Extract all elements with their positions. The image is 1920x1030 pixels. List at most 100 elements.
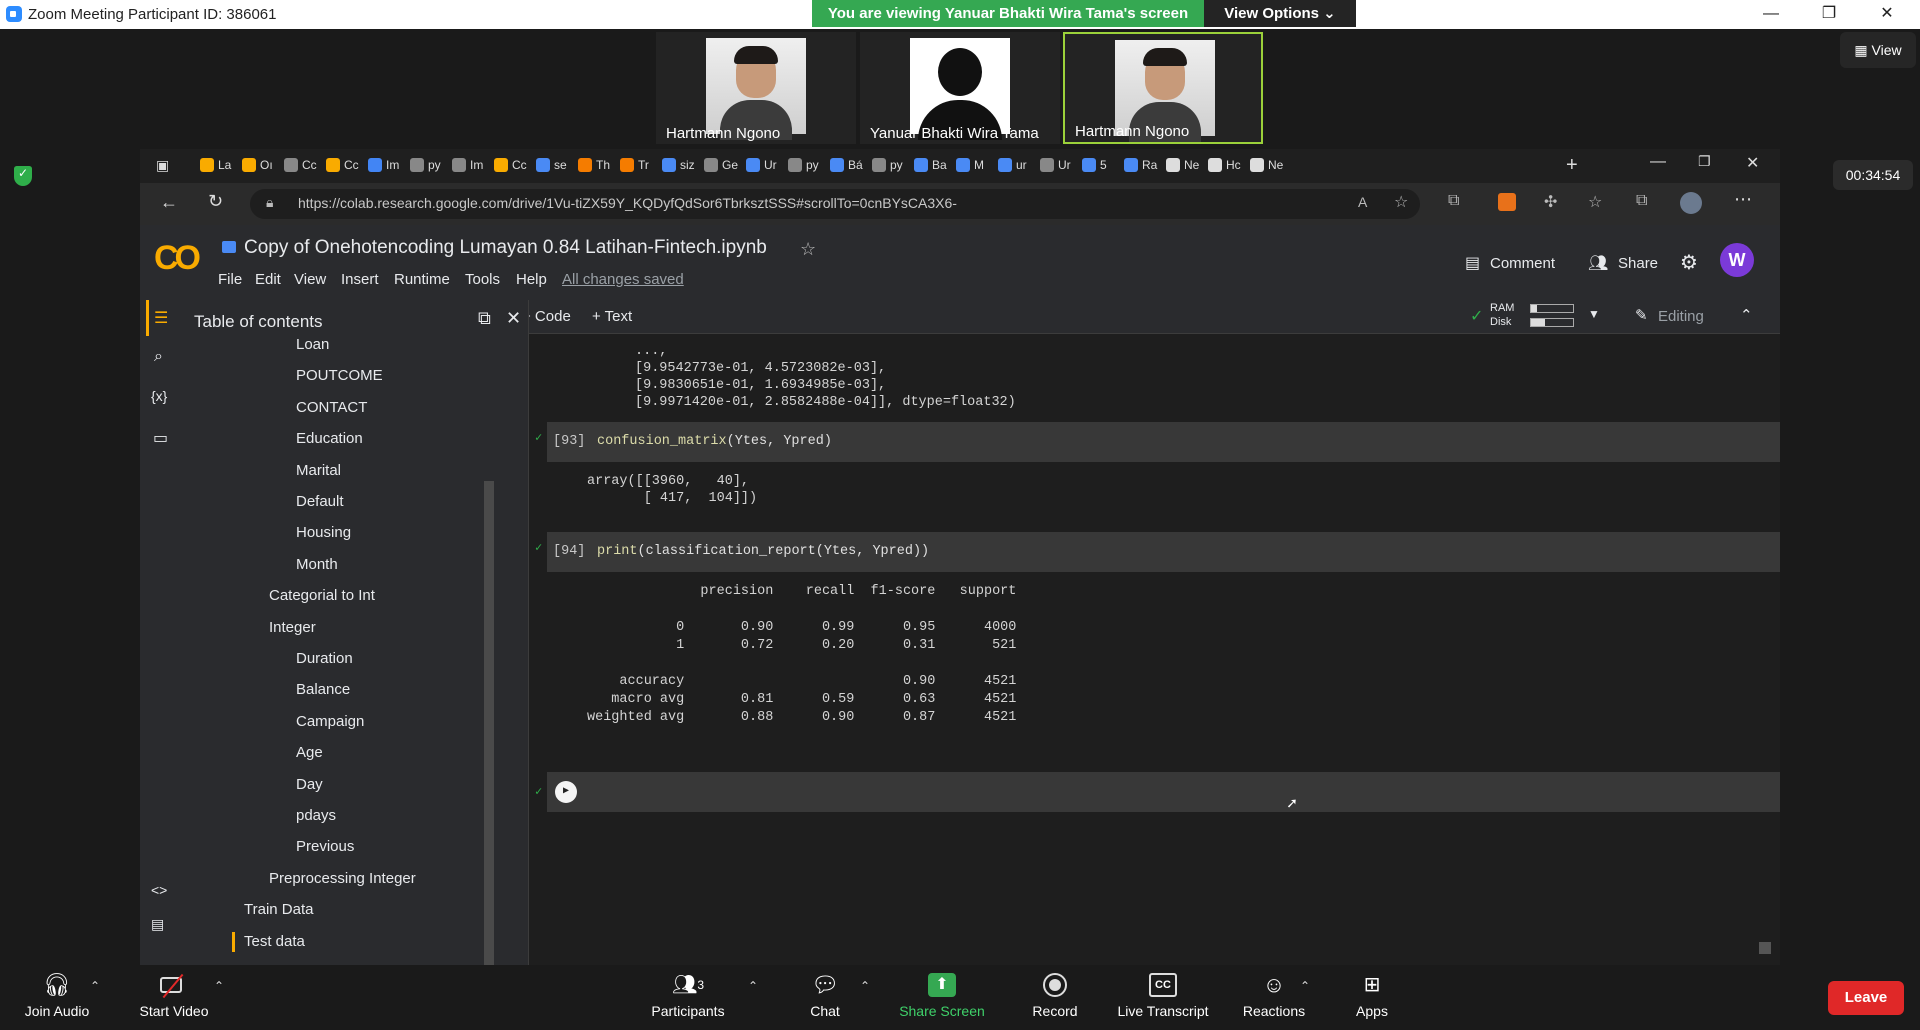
toc-item[interactable]: Education bbox=[296, 430, 363, 447]
restore-icon[interactable]: ❐ bbox=[1806, 2, 1852, 26]
browser-tab[interactable]: py bbox=[868, 155, 904, 177]
browser-tab[interactable]: Cc bbox=[280, 155, 317, 177]
menu-view[interactable]: View bbox=[294, 271, 326, 288]
browser-tab[interactable]: Im bbox=[364, 155, 400, 177]
browser-tab[interactable]: py bbox=[784, 155, 820, 177]
browser-tab[interactable]: Ur bbox=[1036, 155, 1072, 177]
browser-tab[interactable]: siz bbox=[658, 155, 695, 177]
toc-item[interactable]: Month bbox=[296, 556, 338, 573]
browser-tab[interactable]: Ne bbox=[1246, 155, 1283, 177]
share-button[interactable]: Share bbox=[1618, 255, 1658, 272]
add-text-button[interactable]: + Text bbox=[592, 308, 632, 325]
open-in-tab-icon[interactable]: ⧉ bbox=[478, 308, 491, 329]
toc-item[interactable]: CONTACT bbox=[296, 399, 367, 416]
ram-meter[interactable] bbox=[1530, 304, 1574, 313]
extension-sc-icon[interactable] bbox=[1498, 193, 1516, 211]
favorites-icon[interactable]: ☆ bbox=[1588, 192, 1602, 212]
browser-tab[interactable]: Ra bbox=[1120, 155, 1157, 177]
browser-tab[interactable]: ur bbox=[994, 155, 1030, 177]
toc-item[interactable]: Test data bbox=[244, 933, 305, 950]
chat-options-chevron-icon[interactable]: ⌃ bbox=[860, 979, 870, 993]
toc-item[interactable]: Preprocessing Integer bbox=[269, 870, 416, 887]
code-snippets-icon[interactable]: <> bbox=[151, 882, 167, 898]
settings-gear-icon[interactable]: ⚙ bbox=[1680, 250, 1698, 275]
toc-item[interactable]: Previous bbox=[296, 838, 354, 855]
code-cell-93[interactable]: [93] confusion_matrix(Ytes, Ypred) bbox=[547, 422, 1780, 462]
live-transcript-button[interactable]: CC Live Transcript bbox=[1108, 973, 1218, 1027]
record-button[interactable]: Record bbox=[1020, 973, 1090, 1027]
start-video-button[interactable]: Start Video bbox=[128, 973, 220, 1027]
tab-actions-icon[interactable]: ▣ bbox=[156, 157, 169, 174]
editing-mode-button[interactable]: Editing bbox=[1658, 308, 1704, 325]
search-icon[interactable]: ⌕ bbox=[154, 348, 163, 366]
browser-close-icon[interactable]: ✕ bbox=[1746, 153, 1759, 173]
minimize-icon[interactable]: — bbox=[1748, 2, 1794, 26]
collapse-header-icon[interactable]: ⌃ bbox=[1740, 306, 1753, 324]
resources-dropdown-icon[interactable]: ▼ bbox=[1588, 307, 1600, 321]
browser-tab[interactable]: Ba bbox=[910, 155, 947, 177]
menu-edit[interactable]: Edit bbox=[255, 271, 281, 288]
files-folder-icon[interactable]: ▭ bbox=[153, 428, 168, 448]
participants-button[interactable]: 👥︎3 Participants bbox=[640, 973, 736, 1027]
browser-tab[interactable]: Tr bbox=[616, 155, 652, 177]
toc-item[interactable]: Train Data bbox=[244, 901, 313, 918]
run-cell-icon[interactable]: ▶ bbox=[555, 781, 577, 803]
join-audio-button[interactable]: 🎧︎ Join Audio bbox=[14, 973, 100, 1027]
notebook-title[interactable]: Copy of Onehotencoding Lumayan 0.84 Lati… bbox=[244, 237, 767, 259]
lock-icon[interactable]: 🔒︎ bbox=[266, 194, 273, 211]
toc-item[interactable]: Marital bbox=[296, 462, 341, 479]
toc-close-icon[interactable]: ✕ bbox=[506, 308, 521, 329]
star-icon[interactable]: ☆ bbox=[800, 239, 816, 260]
disk-meter[interactable] bbox=[1530, 318, 1574, 327]
reactions-options-chevron-icon[interactable]: ⌃ bbox=[1300, 979, 1310, 993]
toc-item[interactable]: Campaign bbox=[296, 713, 364, 730]
browser-tab[interactable]: Ge bbox=[700, 155, 738, 177]
browser-tab[interactable]: Im bbox=[448, 155, 484, 177]
toc-item[interactable]: Categorial to Int bbox=[269, 587, 375, 604]
video-options-chevron-icon[interactable]: ⌃ bbox=[214, 979, 224, 993]
shield-icon[interactable] bbox=[14, 166, 32, 186]
browser-tab[interactable]: Cc bbox=[322, 155, 359, 177]
browser-maximize-icon[interactable]: ❐ bbox=[1698, 153, 1711, 170]
code-cell-94[interactable]: [94] print(classification_report(Ytes, Y… bbox=[547, 532, 1780, 572]
menu-tools[interactable]: Tools bbox=[465, 271, 500, 288]
toc-scrollbar[interactable] bbox=[484, 481, 494, 965]
browser-tab[interactable]: Th bbox=[574, 155, 610, 177]
browser-tab[interactable]: 5 bbox=[1078, 155, 1114, 177]
profile-avatar-icon[interactable] bbox=[1680, 192, 1702, 214]
view-layout-button[interactable]: ▦ View bbox=[1840, 32, 1916, 68]
extensions-puzzle-icon[interactable]: ✣ bbox=[1544, 192, 1557, 212]
participant-tile[interactable]: Hartmann Ngono bbox=[656, 32, 856, 144]
command-palette-icon[interactable]: ▤ bbox=[151, 916, 164, 933]
read-aloud-icon[interactable]: A bbox=[1358, 194, 1367, 210]
view-options-button[interactable]: View Options ⌄ bbox=[1204, 0, 1356, 27]
more-icon[interactable]: ⋯ bbox=[1734, 189, 1752, 210]
toc-item[interactable]: Housing bbox=[296, 524, 351, 541]
browser-tab[interactable]: Ur bbox=[742, 155, 778, 177]
menu-file[interactable]: File bbox=[218, 271, 242, 288]
toc-item[interactable]: Day bbox=[296, 776, 323, 793]
browser-tab[interactable]: Cc bbox=[490, 155, 527, 177]
new-tab-icon[interactable]: + bbox=[1566, 154, 1578, 177]
audio-options-chevron-icon[interactable]: ⌃ bbox=[90, 979, 100, 993]
save-status-link[interactable]: All changes saved bbox=[562, 271, 684, 288]
toc-item[interactable]: pdays bbox=[296, 807, 336, 824]
cell-code[interactable]: print(classification_report(Ytes, Ypred)… bbox=[597, 544, 929, 559]
menu-help[interactable]: Help bbox=[516, 271, 547, 288]
browser-tab[interactable]: La bbox=[196, 155, 232, 177]
browser-tab[interactable]: py bbox=[406, 155, 442, 177]
browser-tab[interactable]: Oı bbox=[238, 155, 274, 177]
extension-icon[interactable]: ⧉ bbox=[1448, 192, 1459, 210]
menu-runtime[interactable]: Runtime bbox=[394, 271, 450, 288]
favorite-add-icon[interactable]: ☆ bbox=[1394, 192, 1408, 212]
add-code-button[interactable]: + Code bbox=[522, 308, 571, 325]
comment-button[interactable]: Comment bbox=[1490, 255, 1555, 272]
colab-logo[interactable]: CO bbox=[154, 239, 201, 278]
toc-item[interactable]: Default bbox=[296, 493, 344, 510]
user-avatar[interactable]: W bbox=[1720, 243, 1754, 277]
participant-tile-active-speaker[interactable]: Hartmann Ngono bbox=[1063, 32, 1263, 144]
browser-tab[interactable]: se bbox=[532, 155, 568, 177]
collections-icon[interactable]: ⧉ bbox=[1636, 192, 1647, 210]
cell-code[interactable]: confusion_matrix(Ytes, Ypred) bbox=[597, 434, 832, 449]
browser-tab[interactable]: Bá bbox=[826, 155, 863, 177]
